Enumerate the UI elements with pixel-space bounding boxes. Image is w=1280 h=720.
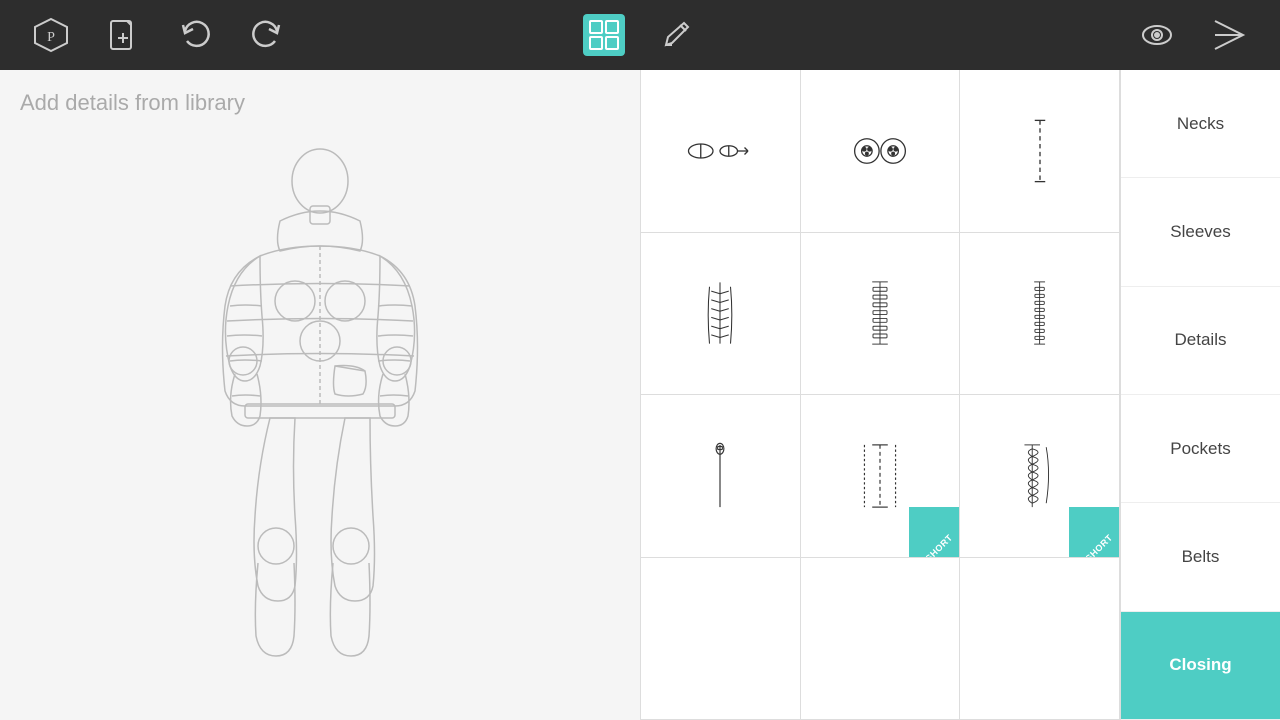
category-sleeves[interactable]: Sleeves [1121,178,1280,286]
grid-cell-r2c1[interactable] [641,233,801,396]
main-area: Add details from library [0,70,1280,720]
short-label-2: SHORT [1083,532,1114,558]
short-label: SHORT [924,532,955,558]
send-icon[interactable] [1208,14,1250,56]
grid-cell-r2c3[interactable] [960,233,1120,396]
category-belts[interactable]: Belts [1121,503,1280,611]
grid-cell-r1c2[interactable] [801,70,961,233]
category-sidebar: Necks Sleeves Details Pockets Belts Clos… [1120,70,1280,720]
redo-icon[interactable] [246,14,288,56]
short-badge-r3c2: SHORT [909,507,959,557]
grid-cell-r1c1[interactable] [641,70,801,233]
canvas-hint: Add details from library [20,90,620,116]
library-icon[interactable] [583,14,625,56]
grid-cell-r1c3[interactable] [960,70,1120,233]
items-grid: SHORT SHORT [640,70,1120,720]
grid-cell-r2c2[interactable] [801,233,961,396]
grid-cell-r4c3[interactable] [960,558,1120,720]
svg-text:P: P [47,30,55,45]
view-icon[interactable] [1136,14,1178,56]
new-file-icon[interactable] [102,14,144,56]
grid-cell-r3c1[interactable] [641,395,801,558]
canvas-area: Add details from library [0,70,640,720]
grid-cell-r3c3[interactable]: SHORT [960,395,1120,558]
toolbar-left: P [30,14,288,56]
grid-cell-r4c1[interactable] [641,558,801,720]
category-pockets[interactable]: Pockets [1121,395,1280,503]
grid-cell-r3c2[interactable]: SHORT [801,395,961,558]
figure-container [20,126,620,706]
toolbar-center [583,14,697,56]
right-panel: SHORT SHORT [640,70,1280,720]
category-necks[interactable]: Necks [1121,70,1280,178]
undo-icon[interactable] [174,14,216,56]
category-closing[interactable]: Closing [1121,612,1280,720]
category-details[interactable]: Details [1121,287,1280,395]
toolbar: P [0,0,1280,70]
toolbar-right [1136,14,1250,56]
draw-icon[interactable] [655,14,697,56]
logo-icon[interactable]: P [30,14,72,56]
mannequin-figure [180,126,460,706]
short-badge-r3c3: SHORT [1069,507,1119,557]
grid-cell-r4c2[interactable] [801,558,961,720]
